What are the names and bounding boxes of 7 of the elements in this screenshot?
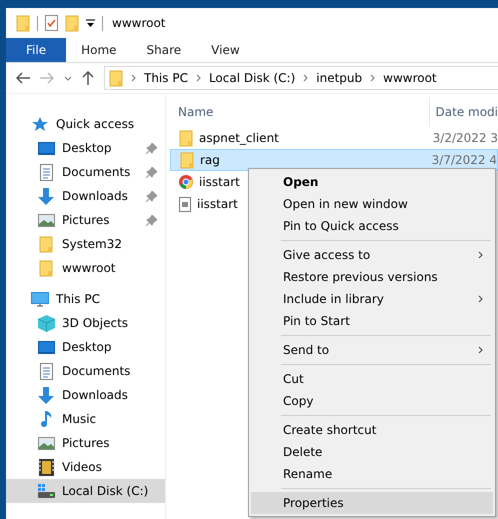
window-title: wwwroot xyxy=(112,16,166,30)
file-name: iisstart xyxy=(199,175,240,189)
date-modified: 3/2/2022 3 xyxy=(432,131,498,145)
date-modified: 3/7/2022 4 xyxy=(432,153,497,167)
file-name: aspnet_client xyxy=(199,131,279,145)
file-name: iisstart xyxy=(197,197,238,211)
file-name: rag xyxy=(200,153,220,167)
